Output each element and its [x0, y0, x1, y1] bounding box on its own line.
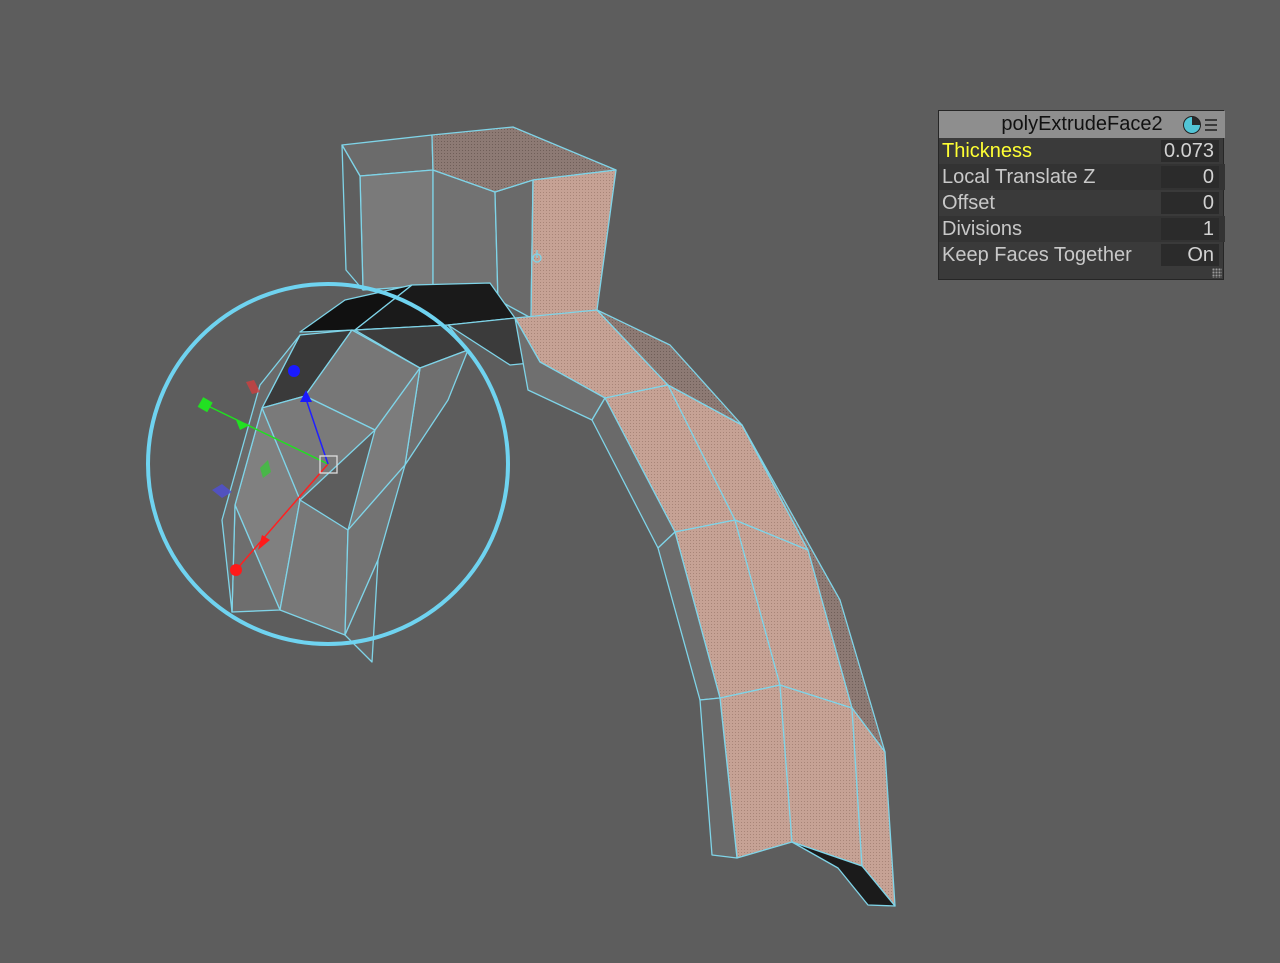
- attribute-label: Local Translate Z: [942, 166, 1096, 188]
- menu-icon[interactable]: [1205, 119, 1217, 131]
- attribute-label: Thickness: [942, 140, 1033, 162]
- mesh-wireframe[interactable]: [221, 126, 896, 907]
- y-axis-handle[interactable]: [197, 397, 213, 413]
- top-block-side-face[interactable]: [530, 169, 617, 319]
- pie-icon[interactable]: [1183, 116, 1201, 134]
- x-axis-handle[interactable]: [230, 564, 242, 576]
- attribute-value-field[interactable]: 0: [1161, 166, 1219, 188]
- arc-right-face-r5[interactable]: [779, 684, 863, 867]
- attribute-row-keep-faces-together[interactable]: Keep Faces Together On: [939, 242, 1225, 268]
- attribute-value-field[interactable]: 0.073: [1161, 140, 1219, 162]
- z-axis-handle[interactable]: [288, 365, 300, 377]
- attribute-label: Offset: [942, 192, 995, 214]
- attribute-row-local-translate-z[interactable]: Local Translate Z 0: [939, 164, 1225, 190]
- hud-header-icons: [1183, 114, 1217, 136]
- attribute-label: Keep Faces Together: [942, 244, 1132, 266]
- in-view-editor[interactable]: polyExtrudeFace2 Thickness 0.073 Local T…: [938, 110, 1225, 280]
- top-block-front-face[interactable]: [359, 169, 434, 291]
- resize-grip-icon[interactable]: [1212, 268, 1222, 278]
- plane-handle-red-icon[interactable]: [246, 380, 260, 394]
- attribute-value-field[interactable]: 0: [1161, 192, 1219, 214]
- attribute-row-divisions[interactable]: Divisions 1: [939, 216, 1225, 242]
- attribute-label: Divisions: [942, 218, 1023, 240]
- attribute-value-field[interactable]: 1: [1161, 218, 1219, 240]
- attribute-value-field[interactable]: On: [1161, 244, 1219, 266]
- attribute-row-offset[interactable]: Offset 0: [939, 190, 1225, 216]
- 3d-viewport[interactable]: polyExtrudeFace2 Thickness 0.073 Local T…: [0, 0, 1280, 963]
- attribute-row-thickness[interactable]: Thickness 0.073: [939, 138, 1225, 164]
